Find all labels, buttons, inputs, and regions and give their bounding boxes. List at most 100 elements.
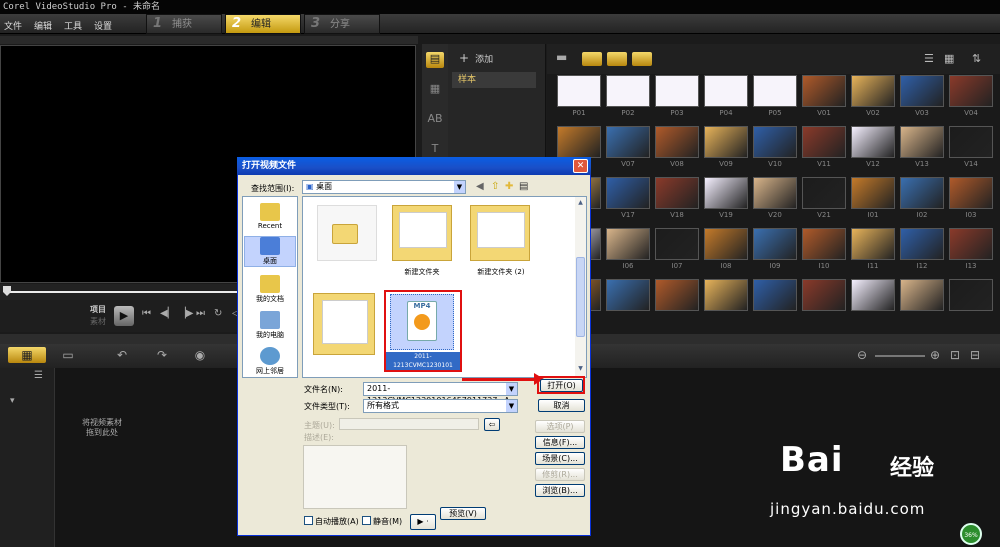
info-button[interactable]: 信息(F)... [535,436,585,449]
new-folder-icon[interactable]: ✚ [505,181,513,192]
library-thumbnail[interactable] [606,75,650,107]
library-thumbnail[interactable] [655,75,699,107]
add-category-button[interactable]: + 添加 [459,51,493,65]
undo-icon[interactable]: ↶ [112,347,132,363]
library-thumbnail[interactable] [704,228,748,260]
apply-subject-icon[interactable]: ⇦ [484,418,500,431]
play-button[interactable]: ▶ [114,306,134,326]
menu-settings[interactable]: 设置 [94,19,112,32]
library-thumbnail[interactable] [606,228,650,260]
track-list-icon[interactable]: ☰ [34,370,43,381]
zoom-in-icon[interactable]: ⊕ [928,347,942,363]
library-thumbnail[interactable] [753,75,797,107]
options-button[interactable]: 选项(P) [535,420,585,433]
scene-button[interactable]: 场景(C)... [535,452,585,465]
library-thumbnail[interactable] [900,126,944,158]
library-thumbnail[interactable] [753,228,797,260]
folder-icon[interactable]: ▬ [556,50,567,64]
video-filter-icon[interactable] [582,52,602,66]
library-thumbnail[interactable] [606,177,650,209]
library-thumbnail[interactable] [704,177,748,209]
library-thumbnail[interactable] [851,177,895,209]
library-thumbnail[interactable] [949,228,993,260]
library-thumbnail[interactable] [802,228,846,260]
transition-icon[interactable]: ▦ [426,82,444,98]
lookin-select[interactable]: ▣ 桌面 ▼ [302,180,466,194]
library-thumbnail[interactable] [949,177,993,209]
library-thumbnail[interactable] [949,75,993,107]
file-item[interactable] [313,293,375,355]
duration-icon[interactable]: ⊟ [968,347,982,363]
open-button[interactable]: 打开(O) [540,379,583,392]
play-preview-button[interactable]: ▶ · [410,514,436,530]
fit-project-icon[interactable]: ⊡ [948,347,962,363]
track-manager-icon[interactable]: ▾ [10,396,15,406]
browse-button[interactable]: 浏览(B)... [535,484,585,497]
library-thumbnail[interactable] [704,279,748,311]
library-thumbnail[interactable] [753,126,797,158]
library-thumbnail[interactable] [557,75,601,107]
library-thumbnail[interactable] [949,126,993,158]
library-thumbnail[interactable] [802,177,846,209]
category-sample[interactable]: 样本 [452,72,536,88]
menu-edit[interactable]: 编辑 [34,19,52,32]
library-thumbnail[interactable] [900,279,944,311]
step-share[interactable]: 3 分享 [304,14,380,34]
close-icon[interactable]: ✕ [573,159,588,173]
library-thumbnail[interactable] [802,126,846,158]
list-view-icon[interactable]: ☰ [924,52,934,65]
redo-icon[interactable]: ↷ [152,347,172,363]
project-mode-label[interactable]: 项目 [90,304,106,315]
clip-mode-label[interactable]: 素材 [90,316,106,327]
library-thumbnail[interactable] [851,228,895,260]
sort-icon[interactable]: ⇅ [972,52,981,65]
repeat-icon[interactable]: ↻ [214,308,222,319]
menu-file[interactable]: 文件 [4,19,22,32]
description-textarea[interactable] [303,445,407,509]
mute-checkbox[interactable] [362,516,371,525]
library-thumbnail[interactable] [851,126,895,158]
storyboard-view-icon[interactable]: ▦ [8,347,46,363]
text-icon[interactable]: T [426,142,444,158]
library-thumbnail[interactable] [655,126,699,158]
library-thumbnail[interactable] [802,279,846,311]
file-item[interactable] [317,205,377,261]
view-menu-icon[interactable]: ▤ [519,181,528,192]
file-item[interactable] [392,205,452,261]
zoom-out-icon[interactable]: ⊖ [855,347,869,363]
scrub-handle[interactable] [3,286,11,296]
thumbnail-view-icon[interactable]: ▦ [944,52,954,65]
subject-input[interactable] [339,418,479,430]
library-thumbnail[interactable] [900,75,944,107]
trim-button[interactable]: 修剪(R)... [535,468,585,481]
up-folder-icon[interactable]: ⇧ [491,181,499,192]
place-my-documents[interactable]: 我的文档 [244,275,296,304]
place-recent[interactable]: Recent [244,203,296,230]
library-thumbnail[interactable] [557,126,601,158]
library-thumbnail[interactable] [606,279,650,311]
home-icon[interactable]: ⏮ [142,308,151,319]
back-icon[interactable]: ◀ [476,181,484,192]
library-thumbnail[interactable] [900,228,944,260]
file-item-selected[interactable]: MP4 2011-1213CVMC1230101 [384,290,462,372]
media-library-icon[interactable]: ▤ [426,52,444,68]
autoplay-checkbox[interactable] [304,516,313,525]
step-edit[interactable]: 2 编辑 [225,14,301,34]
place-desktop[interactable]: 桌面 [244,236,296,267]
previous-frame-icon[interactable]: ◀▏ [160,308,175,319]
library-thumbnail[interactable] [802,75,846,107]
end-icon[interactable]: ⏭ [196,308,205,319]
place-network[interactable]: 网上邻居 [244,347,296,376]
zoom-slider[interactable] [875,355,925,357]
library-thumbnail[interactable] [851,279,895,311]
library-thumbnail[interactable] [900,177,944,209]
library-thumbnail[interactable] [655,177,699,209]
library-thumbnail[interactable] [606,126,650,158]
library-thumbnail[interactable] [753,279,797,311]
file-item[interactable] [470,205,530,261]
audio-filter-icon[interactable] [632,52,652,66]
filetype-select[interactable]: 所有格式 ▼ [363,399,518,413]
step-capture[interactable]: 1 捕获 [146,14,222,34]
next-frame-icon[interactable]: ▕▶ [178,308,193,319]
photo-filter-icon[interactable] [607,52,627,66]
